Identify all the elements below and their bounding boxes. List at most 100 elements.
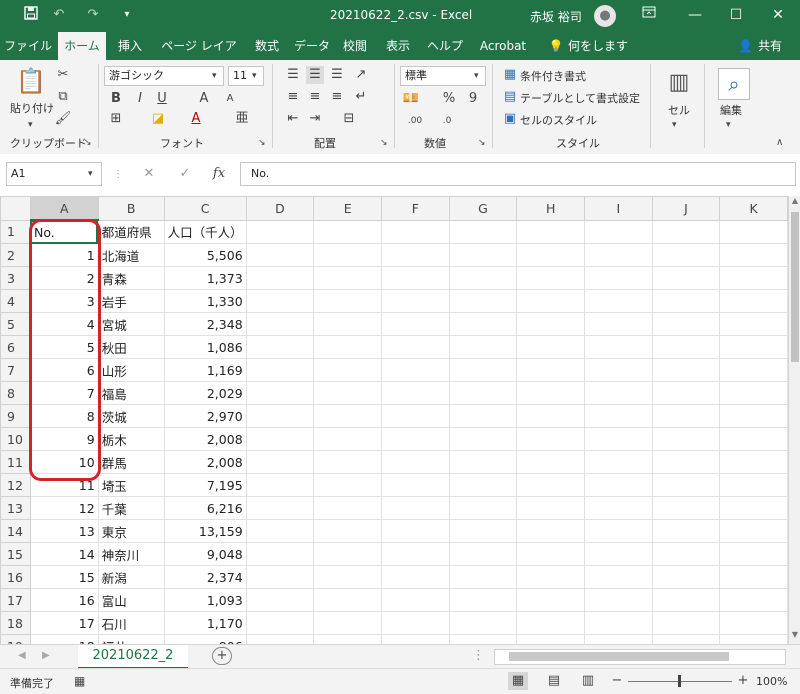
cell-b[interactable]: 栃木 <box>97 427 165 451</box>
cell[interactable] <box>516 381 585 405</box>
cell-c[interactable]: 7,195 <box>163 473 247 497</box>
horizontal-scrollbar[interactable] <box>494 649 786 665</box>
cell[interactable] <box>380 634 450 644</box>
cell[interactable] <box>313 634 382 644</box>
cell-b[interactable]: 新潟 <box>97 565 165 589</box>
redo-icon[interactable]: ↷ <box>84 6 102 24</box>
tab-acrobat[interactable]: Acrobat <box>474 32 532 60</box>
cell[interactable] <box>313 312 382 336</box>
cell[interactable] <box>448 519 518 543</box>
font-color-button[interactable]: A <box>188 110 204 128</box>
cell-b[interactable]: 山形 <box>97 358 165 382</box>
cell[interactable] <box>651 588 721 612</box>
cell[interactable] <box>583 404 653 428</box>
cell[interactable] <box>380 219 450 244</box>
cell[interactable] <box>719 634 788 644</box>
cell[interactable] <box>313 542 382 566</box>
cancel-icon[interactable]: ✕ <box>140 165 158 183</box>
cell[interactable] <box>380 427 450 451</box>
column-header-d[interactable]: D <box>245 196 315 221</box>
cell[interactable] <box>516 243 585 267</box>
cell[interactable] <box>245 473 315 497</box>
cell[interactable] <box>380 243 450 267</box>
cell-c[interactable]: 2,970 <box>163 404 247 428</box>
chevron-down-icon[interactable]: ▾ <box>212 67 217 85</box>
italic-button[interactable]: I <box>132 90 148 108</box>
align-center-icon[interactable]: ≡ <box>306 88 324 106</box>
row-header[interactable]: 9 <box>0 404 31 428</box>
cell-b[interactable]: 福島 <box>97 381 165 405</box>
cell[interactable] <box>313 496 382 520</box>
cell[interactable] <box>651 473 721 497</box>
cell[interactable] <box>651 289 721 313</box>
cell-a[interactable]: 15 <box>29 565 99 589</box>
page-layout-view-icon[interactable]: ▤ <box>544 672 564 690</box>
add-sheet-icon[interactable]: + <box>212 647 232 665</box>
cell[interactable] <box>516 496 585 520</box>
row-header[interactable]: 3 <box>0 266 31 290</box>
row-header[interactable]: 10 <box>0 427 31 451</box>
enter-icon[interactable]: ✓ <box>176 165 194 183</box>
paste-button[interactable]: 貼り付け <box>10 100 54 116</box>
row-header[interactable]: 12 <box>0 473 31 497</box>
cell[interactable] <box>245 381 315 405</box>
underline-button[interactable]: U <box>154 90 170 108</box>
copy-icon[interactable]: ⧉ <box>54 88 72 106</box>
chevron-down-icon[interactable]: ▾ <box>726 116 731 134</box>
cell-c[interactable]: 2,008 <box>163 450 247 474</box>
cell-c[interactable]: 9,048 <box>163 542 247 566</box>
cell[interactable] <box>719 450 788 474</box>
column-header-f[interactable]: F <box>380 196 450 221</box>
bold-button[interactable]: B <box>108 90 124 108</box>
cell[interactable] <box>719 404 788 428</box>
zoom-level[interactable]: 100% <box>756 675 787 688</box>
cell[interactable] <box>245 358 315 382</box>
cell[interactable] <box>583 496 653 520</box>
editing-button[interactable]: 編集 <box>720 102 742 118</box>
increase-indent-icon[interactable]: ⇥ <box>306 110 324 128</box>
wrap-text-icon[interactable]: ↵ <box>352 88 370 106</box>
undo-icon[interactable]: ↶ <box>50 6 68 24</box>
ribbon-display-icon[interactable] <box>640 6 658 24</box>
cell[interactable] <box>245 335 315 359</box>
cell[interactable] <box>380 496 450 520</box>
cell[interactable] <box>380 289 450 313</box>
cell-b[interactable]: 岩手 <box>97 289 165 313</box>
cell[interactable] <box>719 427 788 451</box>
cell[interactable] <box>313 427 382 451</box>
cell[interactable] <box>245 542 315 566</box>
dialog-launcher-icon[interactable]: ↘ <box>258 134 266 152</box>
font-name-select[interactable]: 游ゴシック <box>104 66 224 86</box>
cell[interactable] <box>516 266 585 290</box>
worksheet-grid[interactable]: A B C D E F G H I J K 1 No. 都道府県 人口（千人） 2 1 北海… <box>0 196 788 644</box>
cell[interactable] <box>245 427 315 451</box>
avatar[interactable]: ● <box>594 5 616 27</box>
cell[interactable] <box>448 312 518 336</box>
cell[interactable] <box>245 243 315 267</box>
orientation-icon[interactable]: ↗ <box>352 66 370 84</box>
row-header[interactable]: 16 <box>0 565 31 589</box>
row-header[interactable]: 14 <box>0 519 31 543</box>
align-bottom-icon[interactable]: ☰ <box>328 66 346 84</box>
cell-a[interactable]: 12 <box>29 496 99 520</box>
fill-color-icon[interactable]: ◪ <box>150 110 166 128</box>
user-name[interactable]: 赤坂 裕司 <box>530 8 582 25</box>
cell[interactable] <box>583 266 653 290</box>
cell-c[interactable]: 13,159 <box>163 519 247 543</box>
font-size-select[interactable]: 11 <box>228 66 264 86</box>
cell-b[interactable]: 東京 <box>97 519 165 543</box>
cell[interactable] <box>448 450 518 474</box>
cell[interactable] <box>651 450 721 474</box>
tab-home[interactable]: ホーム <box>58 32 106 60</box>
cell[interactable] <box>448 266 518 290</box>
cell[interactable] <box>719 381 788 405</box>
chevron-down-icon[interactable]: ▾ <box>28 116 33 134</box>
cell-c[interactable]: 1,169 <box>163 358 247 382</box>
cell-c[interactable]: 1,093 <box>163 588 247 612</box>
cell[interactable] <box>583 450 653 474</box>
cell[interactable] <box>583 243 653 267</box>
cell[interactable] <box>651 266 721 290</box>
dialog-launcher-icon[interactable]: ↘ <box>380 134 388 152</box>
cell-b[interactable]: 石川 <box>97 611 165 635</box>
row-header[interactable]: 5 <box>0 312 31 336</box>
